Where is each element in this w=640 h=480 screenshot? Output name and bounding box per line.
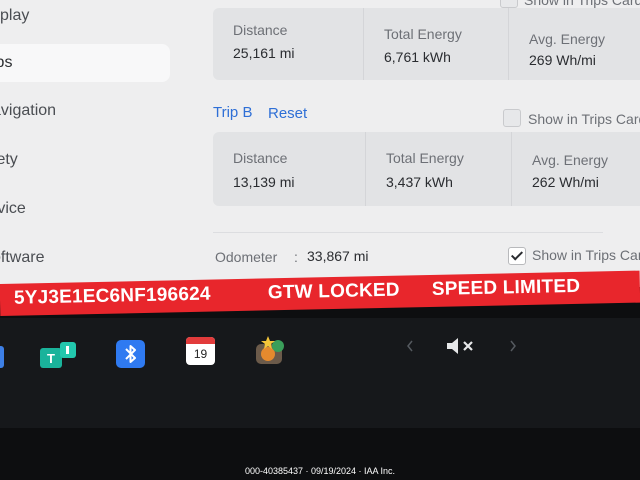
settings-screen: splay ips avigation fety rvice oftware S… — [0, 0, 640, 287]
light-show-icon[interactable] — [254, 334, 288, 366]
sidebar-item-navigation[interactable]: avigation — [0, 92, 170, 130]
toybox-icon[interactable]: T — [40, 342, 78, 370]
sidebar-item-label: avigation — [0, 102, 57, 119]
trip-a-total-energy: Total Energy 6,761 kWh — [363, 8, 509, 80]
odometer-separator: : — [294, 249, 298, 265]
calendar-icon[interactable]: 19 — [186, 337, 215, 365]
svg-text:T: T — [47, 351, 55, 366]
bottom-dock: T 19 — [0, 318, 640, 428]
odometer-show-label: Show in Trips Card — [532, 247, 640, 263]
mute-icon[interactable] — [445, 336, 479, 356]
trip-a-avg-value: 269 Wh/mi — [529, 52, 596, 68]
odometer-show-checkbox[interactable] — [508, 247, 526, 265]
sidebar-item-label: ips — [0, 54, 13, 71]
trip-a-show-checkbox[interactable] — [500, 0, 518, 8]
bluetooth-icon[interactable] — [116, 340, 145, 368]
vin-text: 5YJ3E1EC6NF196624 — [13, 283, 211, 309]
trip-b-panel: Distance 13,139 mi Total Energy 3,437 kW… — [213, 132, 640, 206]
odometer-label: Odometer — [215, 249, 278, 265]
divider — [213, 232, 603, 233]
trip-a-avg-energy: Avg. Energy 269 Wh/mi — [508, 8, 640, 80]
trip-a-distance-value: 25,161 mi — [233, 45, 295, 61]
trip-b-show-checkbox[interactable] — [503, 109, 521, 127]
sidebar-item-service[interactable]: rvice — [0, 190, 170, 228]
sidebar-item-safety[interactable]: fety — [0, 141, 170, 179]
trip-b-avg-value: 262 Wh/mi — [532, 174, 599, 190]
sidebar-item-trips[interactable]: ips — [0, 44, 170, 82]
trip-b-energy-value: 3,437 kWh — [386, 174, 453, 190]
calendar-header — [186, 337, 215, 344]
odometer-value: 33,867 mi — [307, 248, 369, 264]
chevron-left-icon[interactable] — [405, 338, 415, 354]
chevron-right-icon[interactable] — [508, 338, 518, 354]
sidebar-item-label: fety — [0, 151, 18, 168]
trip-a-distance-label: Distance — [233, 22, 288, 38]
trip-a-panel: Distance 25,161 mi Total Energy 6,761 kW… — [213, 8, 640, 80]
trip-b-avg-energy: Avg. Energy 262 Wh/mi — [511, 132, 640, 206]
trip-b-avg-label: Avg. Energy — [532, 152, 609, 168]
sidebar-item-software[interactable]: oftware — [0, 239, 170, 277]
trip-b-reset-button[interactable]: Reset — [268, 105, 307, 122]
sidebar-item-label: oftware — [0, 249, 45, 266]
sidebar-item-label: rvice — [0, 200, 26, 217]
speed-limited-text: SPEED LIMITED — [431, 275, 581, 300]
trip-b-energy-label: Total Energy — [386, 150, 464, 166]
trip-b-title: Trip B — [213, 104, 253, 121]
footer-watermark: 000-40385437 · 09/19/2024 · IAA Inc. — [244, 466, 396, 476]
app-icon-partial[interactable] — [0, 346, 4, 368]
trip-a-show-label: Show in Trips Card — [524, 0, 640, 8]
trip-b-distance-value: 13,139 mi — [233, 174, 295, 190]
gtw-locked-text: GTW LOCKED — [267, 279, 400, 304]
settings-sidebar: splay ips avigation fety rvice oftware — [0, 0, 180, 287]
trip-a-distance: Distance 25,161 mi — [213, 8, 363, 80]
sidebar-item-label: splay — [0, 7, 30, 24]
trip-b-distance: Distance 13,139 mi — [213, 132, 365, 206]
calendar-day: 19 — [193, 347, 208, 361]
sidebar-item-display[interactable]: splay — [0, 0, 170, 35]
trip-a-energy-label: Total Energy — [384, 26, 462, 42]
trip-a-energy-value: 6,761 kWh — [384, 49, 451, 65]
trip-b-distance-label: Distance — [233, 150, 288, 166]
trip-b-total-energy: Total Energy 3,437 kWh — [365, 132, 512, 206]
trip-a-avg-label: Avg. Energy — [529, 31, 606, 47]
trip-b-show-label: Show in Trips Card — [528, 111, 640, 127]
